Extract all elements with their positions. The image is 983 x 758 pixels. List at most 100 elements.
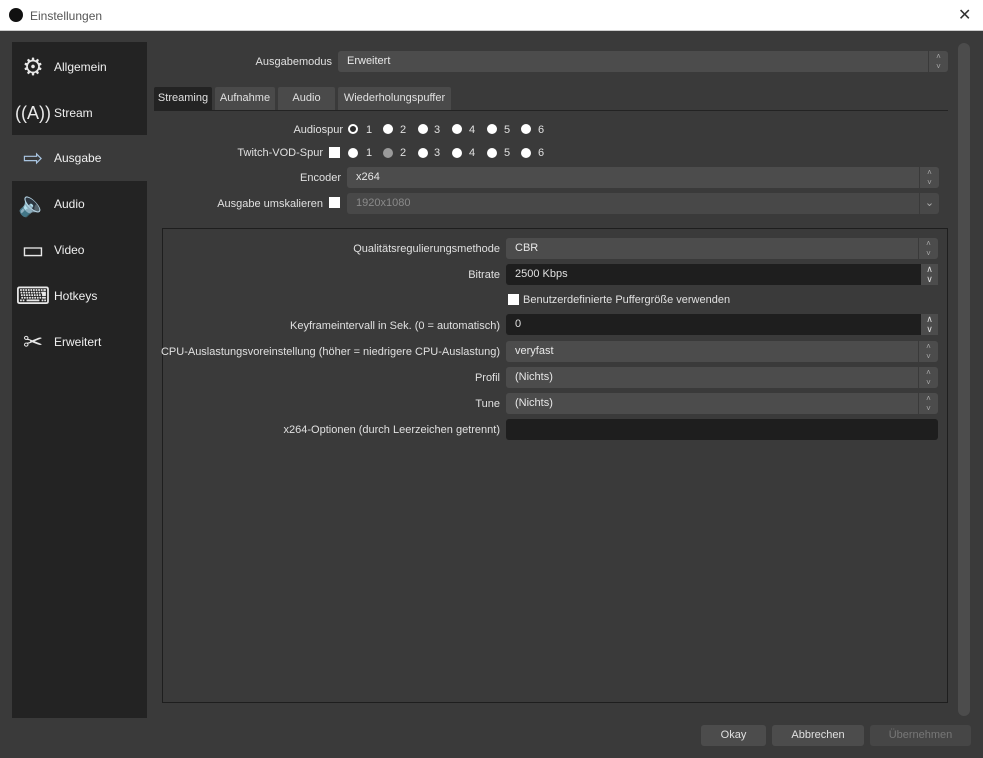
sidebar-item-label: Hotkeys: [54, 289, 98, 303]
antenna-icon: ((A)): [15, 102, 51, 123]
radio-label: 1: [366, 147, 373, 159]
audio-track-radio-1[interactable]: [348, 124, 358, 134]
keyframe-spinbox[interactable]: 0 ∧ ∨: [506, 314, 938, 335]
cpu-preset-select[interactable]: veryfast ˄ ˅: [506, 341, 938, 362]
rescale-select[interactable]: 1920x1080 ⌄: [347, 193, 939, 214]
radio-label: 4: [469, 124, 476, 136]
encoder-label: Encoder: [300, 172, 341, 184]
bitrate-spinbox[interactable]: 2500 Kbps ∧ ∨: [506, 264, 938, 285]
updown-icon: ˄ ˅: [919, 167, 939, 188]
tools-icon: ✂: [22, 328, 44, 356]
sidebar-item-video[interactable]: ▭ Video: [12, 227, 147, 273]
radio-label: 5: [504, 147, 511, 159]
profile-label: Profil: [474, 372, 500, 384]
rate-control-select[interactable]: CBR ˄ ˅: [506, 238, 938, 259]
twitch-vod-radio-5[interactable]: [487, 148, 497, 158]
audio-track-radio-2[interactable]: [383, 124, 393, 134]
audio-track-radio-4[interactable]: [452, 124, 462, 134]
speaker-icon: 🔈: [18, 190, 48, 218]
twitch-vod-radio-6[interactable]: [521, 148, 531, 158]
tune-value: (Nichts): [515, 397, 553, 409]
audio-track-radio-6[interactable]: [521, 124, 531, 134]
sidebar-item-label: Video: [54, 243, 85, 257]
radio-label: 3: [434, 147, 441, 159]
updown-icon: ˄ ˅: [928, 51, 948, 72]
sidebar-item-hotkeys[interactable]: ⌨ Hotkeys: [12, 273, 147, 319]
profile-value: (Nichts): [515, 371, 553, 383]
cpu-preset-label: CPU-Auslastungsvoreinstellung (höher = n…: [160, 346, 500, 358]
sidebar-item-label: Allgemein: [54, 60, 107, 74]
encoder-select[interactable]: x264 ˄ ˅: [347, 167, 939, 188]
output-mode-select[interactable]: Erweitert ˄ ˅: [338, 51, 948, 72]
profile-select[interactable]: (Nichts) ˄ ˅: [506, 367, 938, 388]
audio-track-radio-5[interactable]: [487, 124, 497, 134]
sidebar-item-allgemein[interactable]: ⚙ Allgemein: [12, 44, 147, 90]
radio-label: 6: [538, 147, 545, 159]
sidebar-item-ausgabe[interactable]: ⇨ Ausgabe: [12, 135, 147, 181]
encoder-value: x264: [356, 171, 380, 183]
bitrate-value: 2500 Kbps: [515, 268, 568, 280]
chevron-down-icon: ⌄: [919, 193, 939, 214]
window-title: Einstellungen: [30, 9, 103, 23]
tune-label: Tune: [475, 398, 500, 410]
tab-aufnahme[interactable]: Aufnahme: [215, 87, 275, 110]
updown-icon: ˄ ˅: [918, 367, 938, 388]
close-icon[interactable]: ✕: [958, 5, 971, 25]
keyframe-value: 0: [515, 318, 522, 330]
cpu-preset-value: veryfast: [515, 345, 554, 357]
radio-label: 2: [400, 124, 407, 136]
rescale-value: 1920x1080: [356, 197, 411, 209]
keyboard-icon: ⌨: [15, 282, 51, 310]
rate-control-value: CBR: [515, 242, 539, 254]
custom-buffer-checkbox[interactable]: [508, 294, 519, 305]
sidebar-item-label: Stream: [54, 106, 93, 120]
sidebar-item-audio[interactable]: 🔈 Audio: [12, 181, 147, 227]
keyframe-label: Keyframeintervall in Sek. (0 = automatis…: [289, 320, 500, 332]
sidebar-item-label: Audio: [54, 197, 85, 211]
x264-options-label: x264-Optionen (durch Leerzeichen getrenn…: [283, 424, 500, 436]
spin-arrows-icon[interactable]: ∧ ∨: [921, 264, 938, 285]
radio-label: 4: [469, 147, 476, 159]
x264-options-input[interactable]: [506, 419, 938, 440]
cancel-button[interactable]: Abbrechen: [772, 725, 864, 746]
sidebar-item-label: Erweitert: [54, 335, 102, 349]
monitor-arrow-icon: ⇨: [22, 144, 44, 172]
twitch-vod-checkbox[interactable]: [329, 147, 340, 158]
sidebar-item-stream[interactable]: ((A)) Stream: [12, 90, 147, 136]
output-mode-value: Erweitert: [347, 55, 391, 67]
apply-button[interactable]: Übernehmen: [870, 725, 971, 746]
radio-label: 3: [434, 124, 441, 136]
updown-icon: ˄ ˅: [918, 238, 938, 259]
title-bar: Einstellungen ✕: [0, 0, 983, 31]
twitch-vod-radio-4[interactable]: [452, 148, 462, 158]
output-mode-label: Ausgabemodus: [255, 56, 332, 68]
monitor-icon: ▭: [21, 236, 45, 264]
okay-button[interactable]: Okay: [701, 725, 766, 746]
twitch-vod-radio-2[interactable]: [383, 148, 393, 158]
radio-label: 6: [538, 124, 545, 136]
tab-streaming[interactable]: Streaming: [154, 87, 212, 110]
radio-label: 2: [400, 147, 407, 159]
sidebar-item-erweitert[interactable]: ✂ Erweitert: [12, 319, 147, 365]
twitch-vod-radio-1[interactable]: [348, 148, 358, 158]
rescale-checkbox[interactable]: [329, 197, 340, 208]
audio-track-label: Audiospur: [293, 124, 343, 136]
bitrate-label: Bitrate: [468, 269, 500, 281]
rescale-label: Ausgabe umskalieren: [217, 198, 323, 210]
radio-label: 5: [504, 124, 511, 136]
scrollbar[interactable]: [958, 43, 970, 716]
twitch-vod-radio-3[interactable]: [418, 148, 428, 158]
radio-label: 1: [366, 124, 373, 136]
tune-select[interactable]: (Nichts) ˄ ˅: [506, 393, 938, 414]
rate-control-label: Qualitätsregulierungsmethode: [353, 243, 500, 255]
obs-logo-icon: [9, 8, 23, 22]
tab-divider: [154, 110, 948, 111]
gear-icon: ⚙: [22, 53, 44, 81]
audio-track-radio-3[interactable]: [418, 124, 428, 134]
tab-audio[interactable]: Audio: [278, 87, 335, 110]
twitch-vod-label: Twitch-VOD-Spur: [237, 147, 323, 159]
tab-wiederholungspuffer[interactable]: Wiederholungspuffer: [338, 87, 451, 110]
sidebar: ⚙ Allgemein ((A)) Stream ⇨ Ausgabe 🔈 Audio ▭…: [12, 42, 147, 718]
spin-arrows-icon[interactable]: ∧ ∨: [921, 314, 938, 335]
updown-icon: ˄ ˅: [918, 393, 938, 414]
